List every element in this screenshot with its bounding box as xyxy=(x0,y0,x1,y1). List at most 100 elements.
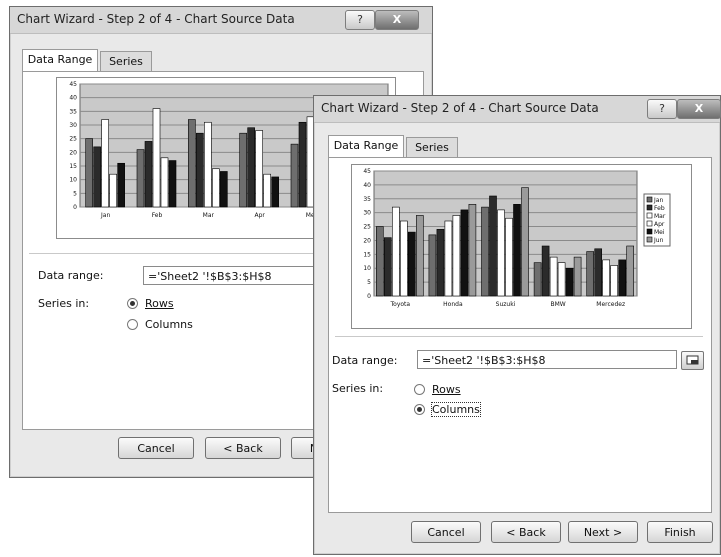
x-tick-label: Mercedez xyxy=(596,301,625,308)
legend-label: Mei xyxy=(654,229,665,236)
y-tick-label: 35 xyxy=(69,108,77,115)
radio-rows[interactable] xyxy=(127,298,138,309)
bar xyxy=(160,157,169,208)
x-tick-label: Apr xyxy=(254,212,265,219)
bar xyxy=(383,237,392,297)
legend-label: Jan xyxy=(653,197,663,204)
back-button[interactable]: < Back xyxy=(491,521,561,543)
y-tick-label: 30 xyxy=(69,122,77,129)
bar xyxy=(557,262,566,297)
y-tick-label: 45 xyxy=(69,81,77,88)
legend-label: Feb xyxy=(654,205,665,212)
close-button[interactable]: X xyxy=(677,99,721,119)
x-tick-label: Jan xyxy=(100,212,110,219)
chart-preview: 0 5 10 15 20 25 30 35 40 45 Toyota Honda Suzuki BMW Me… xyxy=(351,164,692,329)
bar xyxy=(610,265,619,297)
tab-data-range[interactable]: Data Range xyxy=(22,49,98,71)
x-tick-label: Toyota xyxy=(390,301,411,308)
collapse-icon xyxy=(686,355,699,365)
chart-svg: 0 5 10 15 20 25 30 35 40 45 Toyota Honda Suzuki BMW Me… xyxy=(363,168,671,308)
bar xyxy=(505,217,513,297)
bar xyxy=(602,259,610,297)
x-tick-label: Feb xyxy=(152,212,163,219)
help-button[interactable]: ? xyxy=(647,99,677,119)
radio-rows[interactable] xyxy=(414,384,425,395)
bar xyxy=(594,248,602,297)
bar xyxy=(416,215,424,297)
close-button[interactable]: X xyxy=(375,10,419,30)
legend-label: Jun xyxy=(653,237,664,244)
x-tick-label: Mar xyxy=(203,212,215,219)
title-bar[interactable]: Chart Wizard - Step 2 of 4 - Chart Sourc… xyxy=(10,7,432,34)
bar xyxy=(375,226,384,297)
legend-label: Apr xyxy=(654,221,665,228)
y-tick-label: 15 xyxy=(69,163,77,170)
tab-series[interactable]: Series xyxy=(100,51,152,71)
bar xyxy=(188,119,196,208)
data-range-input[interactable]: ='Sheet2 '!$B$3:$H$8 xyxy=(417,350,677,369)
legend-swatch xyxy=(646,212,653,219)
y-tick-label: 0 xyxy=(367,293,371,300)
back-button[interactable]: < Back xyxy=(205,437,281,459)
bar xyxy=(481,206,489,297)
legend-swatch xyxy=(646,236,653,243)
radio-rows-label[interactable]: Rows xyxy=(145,297,174,310)
title-bar[interactable]: Chart Wizard - Step 2 of 4 - Chart Sourc… xyxy=(314,96,721,123)
bar xyxy=(407,231,416,297)
finish-button[interactable]: Finish xyxy=(647,521,713,543)
series-in-label: Series in: xyxy=(38,297,90,310)
collapse-dialog-button[interactable] xyxy=(681,351,704,370)
y-tick-label: 25 xyxy=(363,224,371,231)
bar xyxy=(239,132,247,208)
y-tick-label: 5 xyxy=(73,190,77,197)
help-button[interactable]: ? xyxy=(345,10,375,30)
cancel-button[interactable]: Cancel xyxy=(411,521,481,543)
radio-columns[interactable] xyxy=(414,404,425,415)
tab-series[interactable]: Series xyxy=(406,137,458,157)
bar xyxy=(204,121,212,208)
legend-swatch xyxy=(646,228,653,235)
tab-strip: Data Range Series xyxy=(328,135,528,157)
bar xyxy=(109,173,117,208)
bar xyxy=(618,259,627,297)
radio-columns[interactable] xyxy=(127,319,138,330)
radio-columns-label[interactable]: Columns xyxy=(145,318,193,331)
y-tick-label: 5 xyxy=(367,279,371,286)
radio-columns-label[interactable]: Columns xyxy=(431,402,481,417)
bar xyxy=(399,220,408,297)
tab-strip: Data Range Series xyxy=(22,49,222,71)
bar xyxy=(144,141,153,208)
radio-rows-label[interactable]: Rows xyxy=(432,383,461,396)
bar xyxy=(101,119,109,208)
bar xyxy=(533,262,542,297)
tab-data-range[interactable]: Data Range xyxy=(328,135,404,157)
bar xyxy=(428,234,437,297)
bar xyxy=(468,204,477,297)
series-in-label: Series in: xyxy=(332,382,384,395)
legend-label: Mar xyxy=(654,213,666,220)
bar xyxy=(497,209,505,297)
bar xyxy=(136,149,145,208)
legend-swatch xyxy=(646,196,653,203)
bar xyxy=(117,162,125,208)
y-tick-label: 35 xyxy=(363,196,371,203)
bar xyxy=(452,215,461,297)
y-tick-label: 20 xyxy=(69,149,77,156)
cancel-button[interactable]: Cancel xyxy=(118,437,194,459)
bar xyxy=(271,176,279,208)
y-tick-label: 25 xyxy=(69,136,77,143)
divider xyxy=(335,336,703,338)
bar xyxy=(168,160,177,208)
bar xyxy=(93,146,101,208)
bar xyxy=(626,245,635,297)
x-tick-label: Honda xyxy=(443,301,463,308)
next-button[interactable]: Next > xyxy=(568,521,638,543)
bar xyxy=(541,245,550,297)
x-tick-label: Suzuki xyxy=(496,301,516,308)
dialog-title: Chart Wizard - Step 2 of 4 - Chart Sourc… xyxy=(321,101,599,115)
y-tick-label: 30 xyxy=(363,210,371,217)
legend-swatch xyxy=(646,204,653,211)
bar xyxy=(586,251,594,297)
bar xyxy=(460,209,469,297)
bar xyxy=(220,171,228,208)
